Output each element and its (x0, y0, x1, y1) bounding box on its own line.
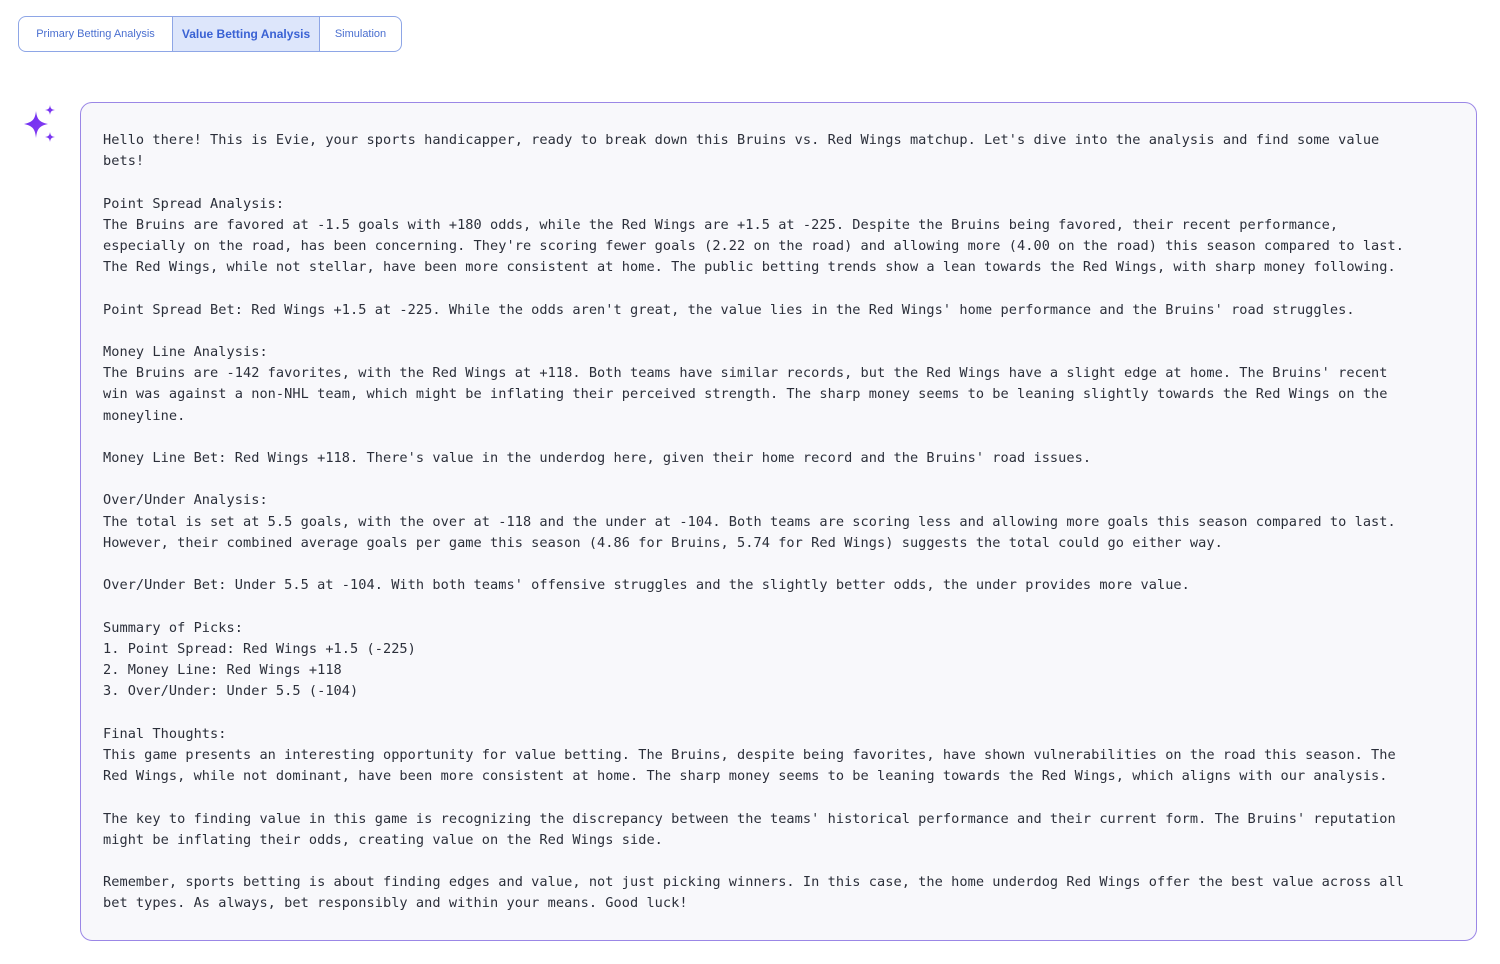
assistant-message-text: Hello there! This is Evie, your sports h… (103, 132, 1404, 912)
assistant-message-bubble: Hello there! This is Evie, your sports h… (80, 102, 1477, 941)
tab-simulation[interactable]: Simulation (319, 17, 401, 51)
sparkles-icon (22, 104, 58, 146)
tab-primary-betting-analysis[interactable]: Primary Betting Analysis (19, 17, 172, 51)
analysis-tabs: Primary Betting Analysis Value Betting A… (18, 16, 402, 52)
tab-value-betting-analysis[interactable]: Value Betting Analysis (172, 17, 319, 51)
